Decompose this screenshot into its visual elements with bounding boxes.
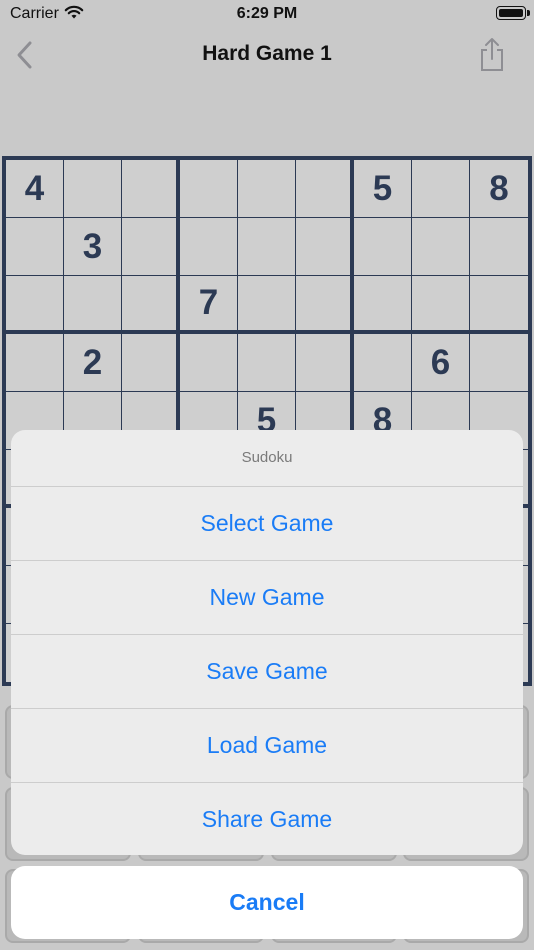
sudoku-cell[interactable] xyxy=(354,276,412,334)
sudoku-cell[interactable] xyxy=(296,276,354,334)
sudoku-cell[interactable] xyxy=(470,276,528,334)
sudoku-cell[interactable] xyxy=(6,334,64,392)
sudoku-cell[interactable]: 5 xyxy=(354,160,412,218)
sudoku-cell[interactable]: 3 xyxy=(64,218,122,276)
sudoku-cell[interactable] xyxy=(470,334,528,392)
sudoku-cell[interactable] xyxy=(296,218,354,276)
sudoku-cell[interactable]: 2 xyxy=(64,334,122,392)
sudoku-cell[interactable] xyxy=(122,334,180,392)
sudoku-cell[interactable]: 7 xyxy=(180,276,238,334)
sudoku-cell[interactable] xyxy=(180,334,238,392)
status-bar: Carrier 6:29 PM xyxy=(0,0,534,30)
sudoku-cell[interactable] xyxy=(296,334,354,392)
sudoku-cell[interactable] xyxy=(354,218,412,276)
sudoku-cell[interactable] xyxy=(296,160,354,218)
new-game-button[interactable]: New Game xyxy=(11,561,523,635)
sudoku-cell[interactable] xyxy=(470,218,528,276)
sudoku-cell[interactable] xyxy=(238,334,296,392)
action-sheet-title: Sudoku xyxy=(11,430,523,487)
sudoku-cell[interactable] xyxy=(180,160,238,218)
sudoku-cell[interactable] xyxy=(354,334,412,392)
save-game-button[interactable]: Save Game xyxy=(11,635,523,709)
select-game-button[interactable]: Select Game xyxy=(11,487,523,561)
sudoku-cell[interactable] xyxy=(122,218,180,276)
sudoku-cell[interactable] xyxy=(64,160,122,218)
sudoku-cell[interactable]: 4 xyxy=(6,160,64,218)
cancel-button[interactable]: Cancel xyxy=(11,866,523,939)
sudoku-cell[interactable] xyxy=(412,218,470,276)
sudoku-cell[interactable] xyxy=(6,218,64,276)
load-game-button[interactable]: Load Game xyxy=(11,709,523,783)
page-title: Hard Game 1 xyxy=(202,42,332,65)
action-sheet: Sudoku Select Game New Game Save Game Lo… xyxy=(11,430,523,855)
share-game-button[interactable]: Share Game xyxy=(11,783,523,855)
sudoku-cell[interactable] xyxy=(238,218,296,276)
sudoku-cell[interactable] xyxy=(238,160,296,218)
sudoku-cell[interactable] xyxy=(122,276,180,334)
sudoku-cell[interactable] xyxy=(64,276,122,334)
sudoku-cell[interactable]: 6 xyxy=(412,334,470,392)
sudoku-cell[interactable] xyxy=(238,276,296,334)
clock: 6:29 PM xyxy=(236,5,298,22)
sudoku-cell[interactable] xyxy=(412,276,470,334)
sudoku-cell[interactable]: 8 xyxy=(470,160,528,218)
sudoku-cell[interactable] xyxy=(412,160,470,218)
share-icon[interactable] xyxy=(478,36,506,72)
sudoku-cell[interactable] xyxy=(122,160,180,218)
battery-icon xyxy=(496,6,530,20)
sudoku-cell[interactable] xyxy=(6,276,64,334)
sudoku-cell[interactable] xyxy=(180,218,238,276)
